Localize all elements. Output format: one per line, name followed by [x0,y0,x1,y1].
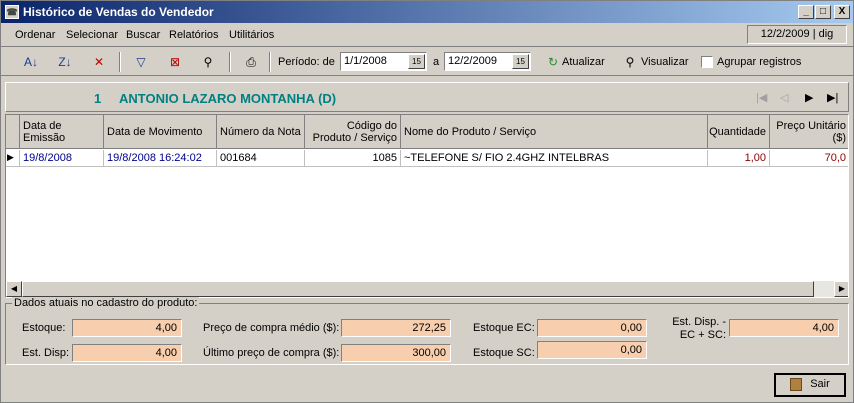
row-indicator-header [6,115,20,149]
printer-icon[interactable]: ⎙ [241,53,261,71]
sair-label: Sair [810,378,830,390]
horizontal-scrollbar[interactable]: ◀ ▶ [6,281,848,297]
preco-medio-field: 272,25 [341,319,451,337]
col-preco-unitario[interactable]: Preço Unitário ($) [770,115,848,149]
menu-relatorios[interactable]: Relatórios [169,29,219,41]
col-nome-produto[interactable]: Nome do Produto / Serviço [401,115,708,149]
a-label: a [433,56,440,68]
calendar-to-icon[interactable]: 15 [512,54,529,69]
sort-asc-icon[interactable]: A↓ [21,53,41,71]
atualizar-button[interactable]: Atualizar [562,56,605,68]
estoque-ec-label: Estoque EC: [473,322,535,334]
vendor-header: 1 ANTONIO LAZARO MONTANHA (D) |◀ ◁ ▶ ▶| [5,82,849,112]
sales-grid[interactable]: Data de Emissão Data de Movimento Número… [5,114,849,298]
date-user-indicator: 12/2/2009 | dig [747,25,847,44]
menu-buscar[interactable]: Buscar [126,29,160,41]
cell-codigo-produto[interactable]: 1085 [305,150,401,167]
last-record-icon[interactable]: ▶| [827,91,838,104]
toolbar: A↓ Z↓ ✕ ▽ ⊠ ⚲ ⎙ Período: de 1/1/2008 15 … [1,48,853,76]
agrupar-checkbox[interactable] [701,56,713,68]
prev-record-icon[interactable]: ◁ [780,91,788,104]
est-disp-total-field: 4,00 [729,319,839,337]
toolbar-separator [119,52,121,72]
title-bar: ☎ Histórico de Vendas do Vendedor _ □ X [1,1,853,23]
col-numero-nota[interactable]: Número da Nota [217,115,305,149]
cell-preco-unitario[interactable]: 70,0 [770,150,848,167]
clear-filter-icon[interactable]: ⊠ [165,53,185,71]
calendar-from-icon[interactable]: 15 [408,54,425,69]
minimize-button[interactable]: _ [798,5,814,19]
exit-door-icon [790,377,803,391]
periodo-label: Período: de [278,56,335,68]
toolbar-separator [269,52,271,72]
vendor-number: 1 [94,91,102,106]
next-record-icon[interactable]: ▶ [805,91,813,104]
agrupar-label[interactable]: Agrupar registros [717,56,801,68]
refresh-icon[interactable]: ↻ [543,53,563,71]
menu-utilitarios[interactable]: Utilitários [229,29,274,41]
current-row-indicator-icon: ▶ [6,150,20,167]
product-data-group: Dados atuais no cadastro do produto: Est… [5,297,849,365]
app-icon: ☎ [5,5,19,19]
ultimo-preco-label: Último preço de compra ($): [203,347,340,359]
estoque-sc-label: Estoque SC: [473,347,535,359]
main-window: ☎ Histórico de Vendas do Vendedor _ □ X … [0,0,854,403]
est-disp-label: Est. Disp: [22,347,70,359]
sair-button[interactable]: Sair [774,373,846,397]
visualizar-button[interactable]: Visualizar [641,56,689,68]
scroll-thumb[interactable] [22,281,814,297]
est-disp-total-label-2: EC + SC: [679,329,726,341]
menu-selecionar[interactable]: Selecionar [66,29,118,41]
first-record-icon[interactable]: |◀ [756,91,767,104]
est-disp-field: 4,00 [72,344,182,362]
col-data-movimento[interactable]: Data de Movimento [104,115,217,149]
filter-icon[interactable]: ▽ [131,53,151,71]
preview-icon[interactable]: ⚲ [620,53,640,71]
grid-header: Data de Emissão Data de Movimento Número… [6,115,848,149]
maximize-button[interactable]: □ [815,5,831,19]
cell-data-emissao[interactable]: 19/8/2008 [20,150,104,167]
close-button[interactable]: X [834,5,850,19]
preco-medio-label: Preço de compra médio ($): [203,322,340,334]
col-codigo-produto[interactable]: Código do Produto / Serviço [305,115,401,149]
binoculars-icon[interactable]: ⚲ [198,53,218,71]
clear-sort-icon[interactable]: ✕ [89,53,109,71]
sort-desc-icon[interactable]: Z↓ [55,53,75,71]
ultimo-preco-field: 300,00 [341,344,451,362]
cell-quantidade[interactable]: 1,00 [708,150,770,167]
scroll-left-icon[interactable]: ◀ [6,281,22,297]
estoque-ec-field: 0,00 [537,319,647,337]
toolbar-separator [229,52,231,72]
col-data-emissao[interactable]: Data de Emissão [20,115,104,149]
vendor-name: ANTONIO LAZARO MONTANHA (D) [119,91,337,106]
est-disp-total-label-1: Est. Disp. - [672,316,726,328]
estoque-label: Estoque: [22,322,66,334]
cell-numero-nota[interactable]: 001684 [217,150,305,167]
estoque-field: 4,00 [72,319,182,337]
col-quantidade[interactable]: Quantidade [708,115,770,149]
cell-data-movimento[interactable]: 19/8/2008 16:24:02 [104,150,217,167]
estoque-sc-field: 0,00 [537,341,647,359]
menu-bar: Ordenar Selecionar Buscar Relatórios Uti… [1,23,853,47]
menu-ordenar[interactable]: Ordenar [15,29,55,41]
scroll-right-icon[interactable]: ▶ [834,281,848,297]
group-title: Dados atuais no cadastro do produto: [12,297,200,309]
window-title: Histórico de Vendas do Vendedor [23,5,214,19]
cell-nome-produto[interactable]: ~TELEFONE S/ FIO 2.4GHZ INTELBRAS [401,150,708,167]
